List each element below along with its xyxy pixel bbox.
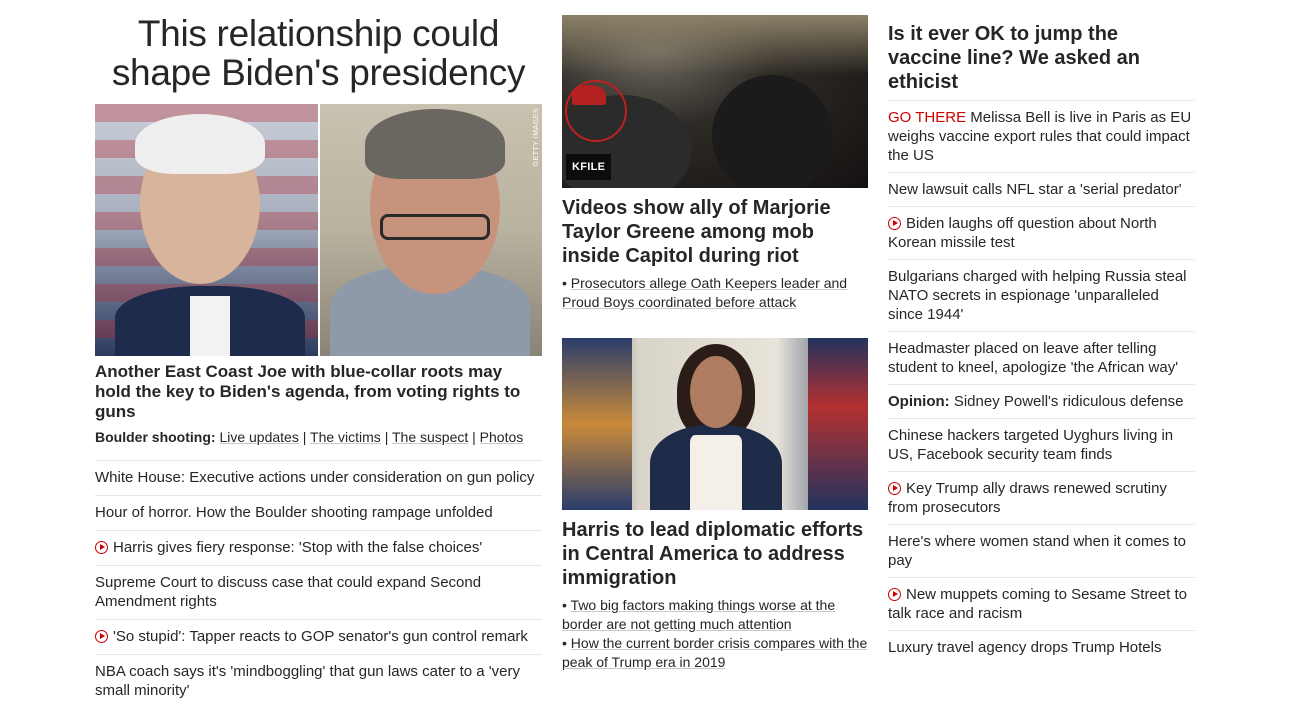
- headline-text: 'So stupid': Tapper reacts to GOP senato…: [113, 628, 528, 645]
- related-links: Boulder shooting: Live updates | The vic…: [95, 428, 542, 446]
- opinion-label: Opinion:: [888, 393, 950, 410]
- play-circle-icon: [95, 541, 108, 554]
- capitol-headline[interactable]: Videos show ally of Marjorie Taylor Gree…: [562, 196, 868, 268]
- headline-text: Luxury travel agency drops Trump Hotels: [888, 639, 1162, 656]
- headline-text: Hour of horror. How the Boulder shooting…: [95, 504, 493, 521]
- bullet-item: • How the current border crisis compares…: [562, 634, 868, 672]
- list-item[interactable]: Harris gives fiery response: 'Stop with …: [95, 530, 542, 565]
- bullet-link[interactable]: How the current border crisis compares w…: [562, 635, 867, 670]
- related-label: Boulder shooting:: [95, 429, 216, 445]
- bullet-link[interactable]: Two big factors making things worse at t…: [562, 597, 835, 632]
- harris-image[interactable]: [562, 338, 868, 510]
- image-credit: GETTY IMAGES: [533, 108, 540, 167]
- bullet-item: • Prosecutors allege Oath Keepers leader…: [562, 274, 868, 312]
- headline-text: Key Trump ally draws renewed scrutiny fr…: [888, 480, 1167, 516]
- list-item[interactable]: Headmaster placed on leave after telling…: [888, 331, 1195, 384]
- list-item[interactable]: Opinion: Sidney Powell's ridiculous defe…: [888, 384, 1195, 418]
- list-item[interactable]: Biden laughs off question about North Ko…: [888, 206, 1195, 259]
- kfile-badge: KFILE: [566, 154, 612, 180]
- headline-text: White House: Executive actions under con…: [95, 469, 535, 486]
- list-item[interactable]: NBA coach says it's 'mindboggling' that …: [95, 654, 542, 708]
- headline-text: New lawsuit calls NFL star a 'serial pre…: [888, 181, 1182, 198]
- play-circle-icon: [95, 630, 108, 643]
- list-item[interactable]: Supreme Court to discuss case that could…: [95, 565, 542, 619]
- related-link-victims[interactable]: The victims: [310, 429, 381, 445]
- headline-text: New muppets coming to Sesame Street to t…: [888, 586, 1187, 622]
- go-there-kicker: GO THERE: [888, 109, 967, 126]
- headline-text: Here's where women stand when it comes t…: [888, 533, 1187, 569]
- right-headline-list: GO THERE Melissa Bell is live in Paris a…: [888, 100, 1195, 664]
- vaccine-headline[interactable]: Is it ever OK to jump the vaccine line? …: [888, 22, 1195, 94]
- list-item[interactable]: Chinese hackers targeted Uyghurs living …: [888, 418, 1195, 471]
- capitol-related: • Prosecutors allege Oath Keepers leader…: [562, 274, 868, 312]
- bullet-mark: •: [562, 275, 567, 291]
- list-item[interactable]: Hour of horror. How the Boulder shooting…: [95, 495, 542, 530]
- related-link-photos[interactable]: Photos: [480, 429, 524, 445]
- list-item[interactable]: New lawsuit calls NFL star a 'serial pre…: [888, 172, 1195, 206]
- list-item[interactable]: 'So stupid': Tapper reacts to GOP senato…: [95, 619, 542, 654]
- headline-text: NBA coach says it's 'mindboggling' that …: [95, 663, 521, 699]
- play-circle-icon: [888, 482, 901, 495]
- harris-headline[interactable]: Harris to lead diplomatic efforts in Cen…: [562, 518, 868, 590]
- headline-text: Sidney Powell's ridiculous defense: [953, 393, 1184, 410]
- list-item[interactable]: White House: Executive actions under con…: [95, 460, 542, 495]
- right-column: Is it ever OK to jump the vaccine line? …: [888, 0, 1195, 664]
- hero-image-left-portrait: [95, 104, 318, 356]
- hero-subheadline[interactable]: Another East Coast Joe with blue-collar …: [95, 362, 542, 422]
- separator: |: [384, 429, 389, 445]
- headline-text: Supreme Court to discuss case that could…: [95, 574, 482, 610]
- headline-text: Headmaster placed on leave after telling…: [888, 340, 1179, 376]
- harris-related: • Two big factors making things worse at…: [562, 596, 868, 672]
- play-circle-icon: [888, 588, 901, 601]
- hero-image[interactable]: GETTY IMAGES: [95, 104, 542, 356]
- list-item[interactable]: Here's where women stand when it comes t…: [888, 524, 1195, 577]
- bullet-mark: •: [562, 635, 567, 651]
- separator: |: [472, 429, 476, 445]
- middle-column: KFILE Videos show ally of Marjorie Taylo…: [562, 0, 868, 672]
- headline-text: Chinese hackers targeted Uyghurs living …: [888, 427, 1174, 463]
- list-item[interactable]: Bulgarians charged with helping Russia s…: [888, 259, 1195, 331]
- bullet-item: • Two big factors making things worse at…: [562, 596, 868, 634]
- lead-headline-list: White House: Executive actions under con…: [95, 460, 542, 708]
- bullet-link[interactable]: Prosecutors allege Oath Keepers leader a…: [562, 275, 847, 310]
- play-circle-icon: [888, 217, 901, 230]
- capitol-mob-image[interactable]: KFILE: [562, 15, 868, 188]
- related-link-live-updates[interactable]: Live updates: [219, 429, 298, 445]
- list-item[interactable]: New muppets coming to Sesame Street to t…: [888, 577, 1195, 630]
- headline-text: Harris gives fiery response: 'Stop with …: [113, 539, 483, 556]
- lead-column: This relationship could shape Biden's pr…: [95, 0, 542, 708]
- hero-headline[interactable]: This relationship could shape Biden's pr…: [95, 14, 542, 92]
- hero-image-right-portrait: [317, 104, 542, 356]
- bullet-mark: •: [562, 597, 567, 613]
- list-item[interactable]: Luxury travel agency drops Trump Hotels: [888, 630, 1195, 664]
- headline-text: Biden laughs off question about North Ko…: [888, 215, 1157, 251]
- separator: |: [302, 429, 307, 445]
- list-item[interactable]: Key Trump ally draws renewed scrutiny fr…: [888, 471, 1195, 524]
- headline-text: Bulgarians charged with helping Russia s…: [888, 268, 1187, 323]
- list-item[interactable]: GO THERE Melissa Bell is live in Paris a…: [888, 100, 1195, 172]
- related-link-suspect[interactable]: The suspect: [392, 429, 468, 445]
